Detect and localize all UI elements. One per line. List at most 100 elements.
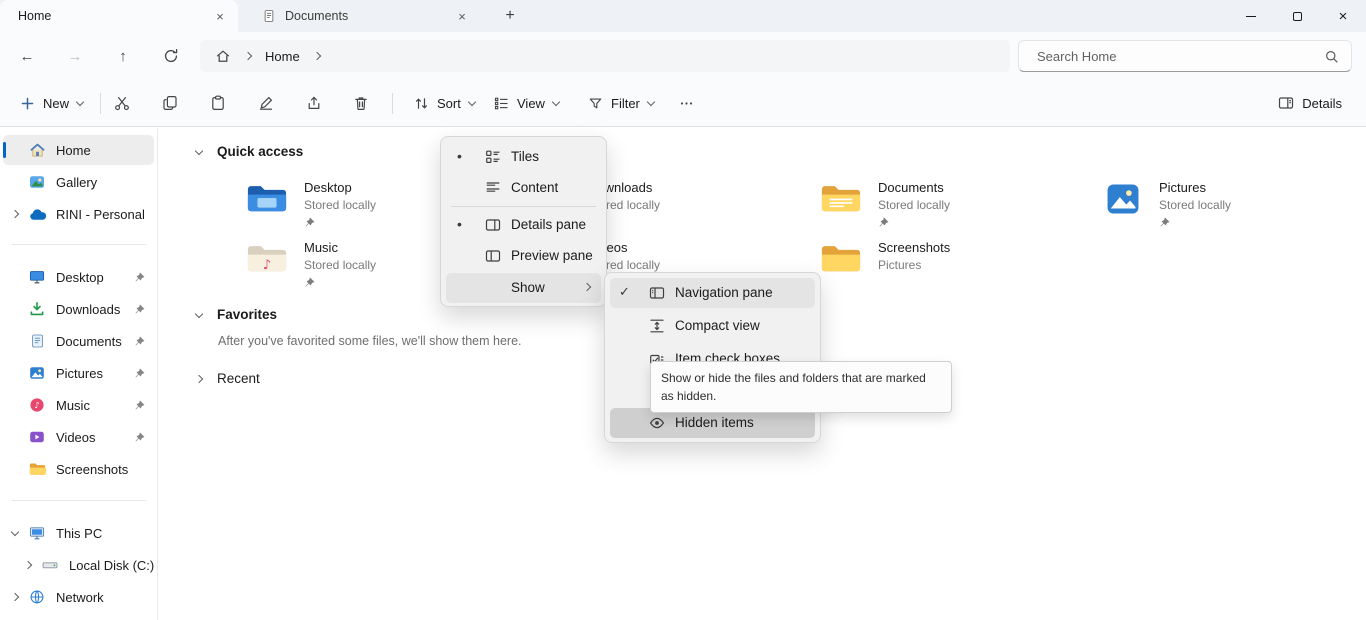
preview-pane-icon xyxy=(485,248,501,264)
pin-icon xyxy=(878,217,889,228)
sidebar-item-music[interactable]: ♪ Music xyxy=(3,390,154,420)
filter-button[interactable]: Filter xyxy=(578,86,664,120)
menu-item-compact-view[interactable]: Compact view xyxy=(610,311,815,341)
view-menu: • Tiles Content • Details pane Preview p… xyxy=(440,136,607,307)
section-recent[interactable]: Recent xyxy=(196,371,260,386)
section-quick-access[interactable]: Quick access xyxy=(196,144,303,159)
breadcrumb-home[interactable]: Home xyxy=(265,49,300,64)
sidebar-item-desktop[interactable]: Desktop xyxy=(3,262,154,292)
chevron-down-icon xyxy=(647,98,655,106)
menu-item-preview-pane[interactable]: Preview pane xyxy=(446,241,601,271)
details-pane-icon xyxy=(1278,95,1294,111)
address-bar[interactable]: Home xyxy=(200,40,1010,72)
menu-item-tiles[interactable]: • Tiles xyxy=(446,142,601,172)
new-button[interactable]: New xyxy=(10,86,93,120)
svg-text:♪: ♪ xyxy=(34,401,39,411)
sidebar-item-screenshots[interactable]: Screenshots xyxy=(3,454,154,484)
menu-item-show[interactable]: Show xyxy=(446,273,601,303)
sidebar-item-home[interactable]: Home xyxy=(3,135,154,165)
chevron-right-icon[interactable] xyxy=(24,561,32,569)
sidebar-item-network[interactable]: Network xyxy=(3,582,154,612)
new-tab-button[interactable]: + xyxy=(498,4,522,28)
filter-icon xyxy=(588,96,603,111)
search-input[interactable]: Search Home xyxy=(1018,40,1352,72)
menu-item-label: Navigation pane xyxy=(675,285,773,300)
sidebar-item-pictures[interactable]: Pictures xyxy=(3,358,154,388)
tile-documents[interactable]: Documents Stored locally xyxy=(820,180,1105,238)
breadcrumb-separator-icon[interactable] xyxy=(312,52,320,60)
checkmark-icon: ✓ xyxy=(619,284,630,300)
minimize-button[interactable] xyxy=(1228,0,1274,32)
chevron-down-icon xyxy=(468,98,476,106)
tab-close-icon[interactable]: × xyxy=(210,6,230,26)
sidebar-item-label: Screenshots xyxy=(56,462,154,477)
tab-label: Home xyxy=(18,9,210,23)
document-icon xyxy=(262,9,276,23)
sidebar-item-label: Documents xyxy=(56,334,134,349)
sidebar-item-downloads[interactable]: Downloads xyxy=(3,294,154,324)
chevron-down-icon[interactable] xyxy=(195,146,203,154)
sidebar-item-documents[interactable]: Documents xyxy=(3,326,154,356)
pin-icon xyxy=(304,217,315,228)
tile-subtitle: Stored locally xyxy=(304,258,376,272)
sidebar-item-videos[interactable]: Videos xyxy=(3,422,154,452)
tile-screenshots[interactable]: Screenshots Pictures xyxy=(820,240,1105,298)
titlebar: Home × Documents × + × xyxy=(0,0,1366,32)
sidebar-item-label: Network xyxy=(56,590,154,605)
section-favorites[interactable]: Favorites xyxy=(196,307,277,322)
section-title: Quick access xyxy=(217,144,303,159)
back-button[interactable]: ← xyxy=(11,40,43,72)
navigation-bar: ← → ↑ Home Search Home xyxy=(0,32,1366,80)
view-button[interactable]: View xyxy=(484,86,569,120)
paste-button[interactable] xyxy=(200,86,236,120)
chevron-down-icon[interactable] xyxy=(195,309,203,317)
tile-pictures[interactable]: Pictures Stored locally xyxy=(1103,180,1366,238)
forward-button[interactable]: → xyxy=(59,40,91,72)
up-button[interactable]: ↑ xyxy=(107,40,139,72)
chevron-down-icon[interactable] xyxy=(11,528,19,536)
breadcrumb-separator-icon xyxy=(244,52,252,60)
tab-close-icon[interactable]: × xyxy=(452,6,472,26)
menu-item-navigation-pane[interactable]: ✓ Navigation pane xyxy=(610,278,815,308)
more-options-button[interactable] xyxy=(668,86,704,120)
tile-subtitle: Stored locally xyxy=(1159,198,1231,212)
view-icon xyxy=(494,96,509,111)
maximize-button[interactable] xyxy=(1274,0,1320,32)
eye-icon xyxy=(649,415,665,431)
sidebar-item-this-pc[interactable]: This PC xyxy=(3,518,154,548)
documents-icon xyxy=(27,333,47,349)
tooltip: Show or hide the files and folders that … xyxy=(650,361,952,413)
onedrive-cloud-icon xyxy=(27,208,47,221)
selected-bullet-icon: • xyxy=(457,216,462,232)
chevron-down-icon xyxy=(552,98,560,106)
refresh-button[interactable] xyxy=(155,40,187,72)
sidebar-item-local-disk-c[interactable]: Local Disk (C:) xyxy=(3,550,154,580)
screenshots-folder-icon xyxy=(820,242,862,298)
close-button[interactable]: × xyxy=(1320,0,1366,32)
sidebar-item-gallery[interactable]: Gallery xyxy=(3,167,154,197)
chevron-right-icon[interactable] xyxy=(11,210,19,218)
chevron-right-icon[interactable] xyxy=(11,593,19,601)
delete-button[interactable] xyxy=(343,86,379,120)
chevron-right-icon[interactable] xyxy=(195,374,203,382)
details-button[interactable]: Details xyxy=(1268,86,1352,120)
search-icon[interactable] xyxy=(1324,49,1339,64)
pin-icon xyxy=(134,272,145,283)
tiles-view-icon xyxy=(485,149,501,165)
tab-home[interactable]: Home × xyxy=(0,0,238,32)
sidebar-item-onedrive[interactable]: RINI - Personal xyxy=(3,199,154,229)
sort-button[interactable]: Sort xyxy=(404,86,485,120)
sidebar-divider xyxy=(12,244,146,245)
details-pane-icon xyxy=(485,217,501,233)
drive-icon xyxy=(40,557,60,573)
menu-item-details-pane[interactable]: • Details pane xyxy=(446,210,601,240)
menu-item-label: Details pane xyxy=(511,217,586,232)
tab-documents[interactable]: Documents × xyxy=(240,0,480,32)
cut-button[interactable] xyxy=(104,86,140,120)
copy-button[interactable] xyxy=(152,86,188,120)
share-button[interactable] xyxy=(296,86,332,120)
documents-folder-icon xyxy=(820,182,862,238)
menu-item-label: Hidden items xyxy=(675,415,754,430)
menu-item-content[interactable]: Content xyxy=(446,173,601,203)
rename-button[interactable] xyxy=(248,86,284,120)
